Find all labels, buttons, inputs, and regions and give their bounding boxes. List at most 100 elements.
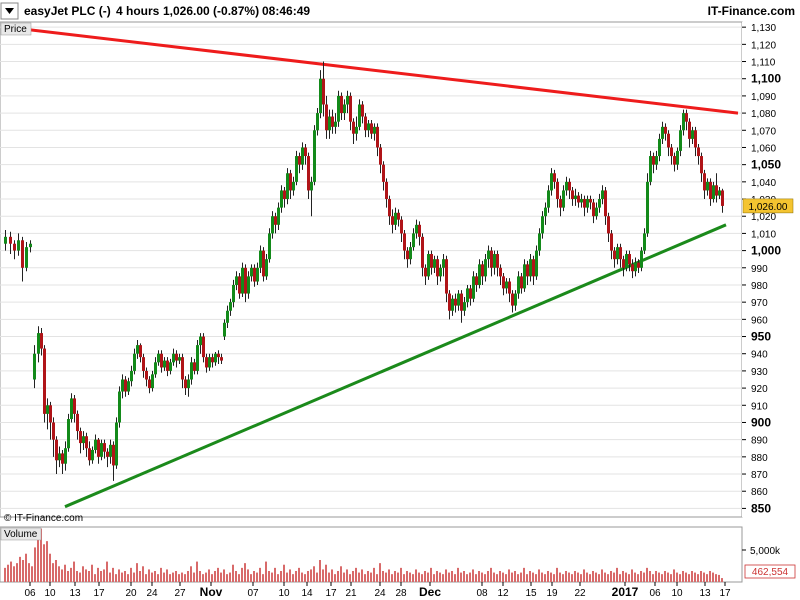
volume-bar	[439, 572, 441, 582]
x-tick-label: 10	[278, 588, 290, 599]
volume-bar	[7, 564, 9, 582]
volume-bar	[529, 571, 531, 582]
volume-bar	[313, 566, 315, 582]
volume-panel-tag: Volume	[0, 527, 42, 541]
candle-up	[358, 104, 361, 127]
candle-up	[223, 322, 226, 337]
candle-down	[589, 199, 592, 203]
volume-bar	[112, 567, 114, 582]
volume-bar	[145, 574, 147, 582]
candle-up	[280, 190, 283, 208]
candle-up	[541, 216, 544, 234]
volume-bar	[613, 572, 615, 582]
volume-bar	[49, 553, 51, 582]
volume-bar	[133, 572, 135, 582]
volume-bar	[142, 566, 144, 582]
volume-bar	[430, 567, 432, 582]
candle-up	[484, 259, 487, 277]
candle-down	[274, 216, 277, 225]
volume-bar	[580, 574, 582, 582]
volume-bar	[34, 547, 36, 582]
candle-up	[394, 212, 397, 225]
x-tick-label: 19	[546, 588, 558, 599]
volume-bar	[196, 561, 198, 582]
volume-bar	[328, 572, 330, 582]
x-tick-label: 17	[93, 588, 105, 599]
y-tick-label: 870	[751, 470, 768, 481]
volume-bar	[562, 574, 564, 582]
candle-down	[220, 357, 223, 361]
volume-bar	[694, 572, 696, 582]
volume-bar	[466, 574, 468, 582]
volume-bar	[496, 574, 498, 582]
volume-bar	[115, 574, 117, 582]
candle-down	[694, 130, 697, 148]
candle-down	[289, 173, 292, 191]
candle-down	[703, 173, 706, 191]
candle-up	[328, 116, 331, 131]
volume-bar	[325, 564, 327, 582]
candle-up	[214, 353, 217, 363]
y-tick-label: 900	[751, 415, 771, 429]
volume-bar	[631, 569, 633, 582]
volume-bar	[355, 567, 357, 582]
volume-bar	[235, 571, 237, 582]
volume-bar	[118, 569, 120, 582]
price-panel-tag: Price	[0, 22, 32, 36]
brand-label: IT-Finance.com	[708, 4, 795, 18]
y-tick-label: 1,080	[751, 109, 776, 120]
volume-bar	[160, 567, 162, 582]
volume-bar	[481, 572, 483, 582]
candle-down	[331, 116, 334, 127]
volume-bar	[661, 574, 663, 582]
candle-down	[322, 78, 325, 105]
candle-down	[244, 267, 247, 294]
candle-up	[439, 267, 442, 277]
volume-bar	[664, 571, 666, 582]
x-tick-label: 2017	[612, 585, 639, 599]
volume-bar	[421, 574, 423, 582]
x-tick-label: Dec	[419, 585, 441, 599]
volume-bar	[334, 574, 336, 582]
candle-up	[598, 199, 601, 208]
y-tick-label: 1,000	[751, 244, 781, 258]
candle-up	[373, 126, 376, 134]
quote-label: 1,026.00 (-0.87%)	[163, 4, 259, 18]
volume-bar	[553, 574, 555, 582]
volume-bar	[406, 571, 408, 582]
candle-down	[568, 181, 571, 191]
volume-bar	[94, 574, 96, 582]
candle-up	[190, 362, 193, 380]
candle-up	[646, 181, 649, 234]
candle-up	[310, 181, 313, 191]
candle-up	[472, 276, 475, 299]
candle-up	[712, 185, 715, 200]
candle-up	[574, 195, 577, 200]
candle-up	[115, 422, 118, 466]
volume-bar	[388, 569, 390, 582]
x-tick-label: 10	[671, 588, 683, 599]
volume-bar	[220, 572, 222, 582]
candle-up	[544, 207, 547, 217]
candle-down	[304, 147, 307, 157]
volume-bar	[550, 572, 552, 582]
candle-down	[556, 181, 559, 200]
y-tick-label: 1,040	[751, 178, 776, 189]
volume-bar	[163, 572, 165, 582]
candle-up	[295, 156, 298, 182]
volume-bar	[340, 566, 342, 582]
volume-bar	[283, 564, 285, 582]
volume-bar	[364, 574, 366, 582]
volume-bar	[472, 569, 474, 582]
volume-bar	[154, 571, 156, 582]
collapse-icon[interactable]	[0, 2, 19, 20]
candle-up	[17, 240, 20, 251]
y-tick-label: 1,090	[751, 92, 776, 103]
volume-bar	[697, 574, 699, 582]
candle-up	[256, 267, 259, 282]
volume-bar	[172, 572, 174, 582]
candle-down	[460, 293, 463, 311]
volume-bar	[70, 567, 72, 582]
candle-up	[565, 181, 568, 191]
candle-down	[490, 250, 493, 268]
